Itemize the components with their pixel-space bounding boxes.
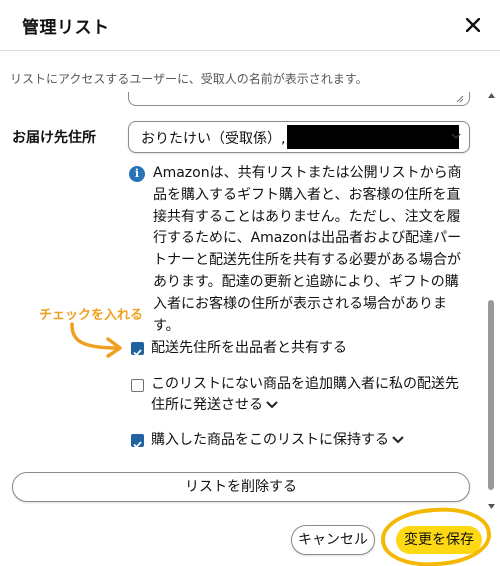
- annotation-arrow-icon: [70, 322, 122, 358]
- cancel-button[interactable]: キャンセル: [291, 525, 375, 555]
- scroll-up-icon[interactable]: [488, 93, 495, 98]
- close-icon: [466, 18, 480, 32]
- chevron-down-icon: [451, 133, 461, 140]
- allow-extra-purchase-label-container[interactable]: このリストにない商品を追加購入者に私の配送先住所に発送させる: [151, 374, 471, 416]
- scrollbar[interactable]: [485, 92, 497, 510]
- previous-textarea[interactable]: [128, 92, 470, 106]
- resize-grip-icon: [456, 95, 464, 103]
- keep-purchased-label-container[interactable]: 購入した商品をこのリストに保持する: [151, 430, 405, 451]
- checkmark-icon: [133, 441, 142, 449]
- scrollbar-thumb[interactable]: [488, 300, 494, 490]
- header-divider: [0, 50, 500, 51]
- redaction-bar: [287, 125, 459, 149]
- dialog-title: 管理リスト: [22, 18, 110, 38]
- annotation-label: チェックを入れる: [39, 308, 144, 323]
- address-label: お届け先住所: [12, 130, 96, 146]
- checkmark-icon: [133, 349, 142, 357]
- allow-extra-purchase-checkbox[interactable]: [131, 379, 144, 392]
- chevron-down-icon[interactable]: [391, 435, 405, 445]
- close-button[interactable]: [462, 14, 484, 36]
- keep-purchased-label: 購入した商品をこのリストに保持する: [151, 432, 389, 448]
- highlight-circle: [379, 504, 493, 566]
- allow-extra-purchase-label: このリストにない商品を追加購入者に私の配送先住所に発送させる: [151, 376, 459, 413]
- scroll-down-icon[interactable]: [488, 504, 495, 509]
- dialog-subtitle: リストにアクセスするユーザーに、受取人の名前が表示されます。: [10, 72, 368, 86]
- share-address-label[interactable]: 配送先住所を出品者と共有する: [151, 338, 347, 359]
- delete-list-button[interactable]: リストを削除する: [12, 472, 470, 502]
- info-icon: i: [129, 166, 145, 182]
- share-address-checkbox[interactable]: [131, 342, 144, 357]
- address-selected-value: おりたけい（受取係）,: [141, 131, 286, 147]
- address-select[interactable]: おりたけい（受取係）,: [128, 121, 470, 153]
- info-text: Amazonは、共有リストまたは公開リストから商品を購入するギフト購入者と、お客…: [153, 165, 462, 334]
- keep-purchased-checkbox[interactable]: [131, 434, 144, 449]
- chevron-down-icon[interactable]: [265, 400, 279, 410]
